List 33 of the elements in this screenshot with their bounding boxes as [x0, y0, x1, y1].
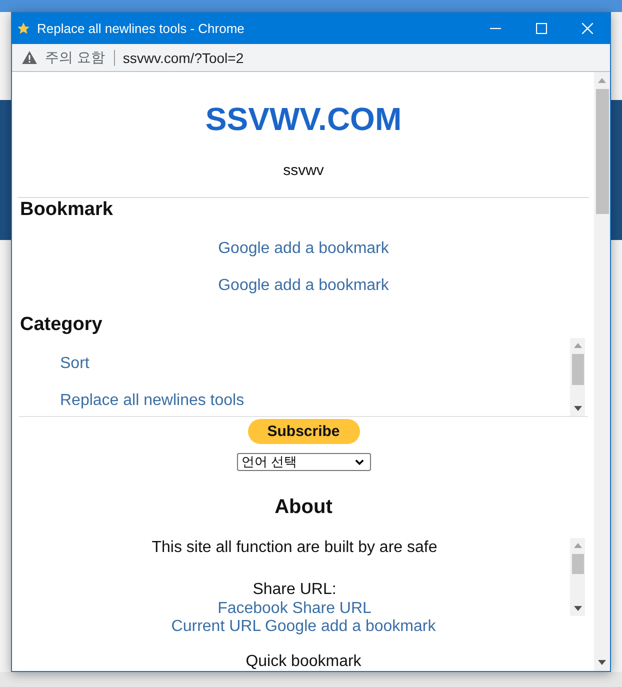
scroll-up-arrow-icon[interactable]	[574, 543, 582, 548]
section-heading: About	[274, 495, 332, 519]
maximize-icon	[536, 23, 546, 34]
bookmark-link[interactable]: Google add a bookmark	[218, 238, 389, 260]
scroll-up-arrow-icon[interactable]	[598, 78, 606, 83]
subscribe-button[interactable]: Subscribe	[248, 419, 360, 444]
section-heading: Category	[19, 313, 102, 337]
scroll-down-arrow-icon[interactable]	[574, 606, 582, 611]
bookmark-link[interactable]: Google add a bookmark	[218, 275, 389, 297]
category-link[interactable]: Sort	[60, 353, 90, 375]
about-description: This site all function are built by are safe	[152, 538, 438, 558]
language-select[interactable]: 언어 선택	[236, 453, 370, 471]
scrollbar-thumb[interactable]	[572, 354, 584, 385]
quick-bookmark-label: Quick bookmark	[246, 653, 362, 671]
scroll-up-arrow-icon[interactable]	[574, 343, 582, 348]
chevron-down-icon	[354, 459, 364, 465]
category-link[interactable]: Replace all newlines tools	[60, 390, 244, 412]
window-title: Replace all newlines tools - Chrome	[37, 21, 244, 36]
url-field[interactable]: ssvwv.com/?Tool=2	[122, 50, 244, 66]
scrollbar-thumb[interactable]	[572, 554, 584, 574]
share-link[interactable]: Facebook Share URL	[218, 600, 372, 618]
section-heading: Bookmark	[19, 198, 113, 222]
scroll-down-arrow-icon[interactable]	[574, 406, 582, 411]
security-warning-chip[interactable]: 주의 요함	[45, 48, 105, 66]
scrollbar-thumb[interactable]	[596, 89, 608, 214]
site-title: SSVWV.COM	[204, 100, 403, 138]
close-icon	[582, 23, 592, 34]
scroll-down-arrow-icon[interactable]	[598, 660, 606, 665]
star-icon	[17, 22, 30, 35]
share-link[interactable]: Current URL Google add a bookmark	[171, 618, 436, 636]
warning-icon	[22, 51, 37, 64]
share-url-label: Share URL:	[252, 580, 336, 600]
site-tagline: ssvwv	[282, 161, 325, 181]
